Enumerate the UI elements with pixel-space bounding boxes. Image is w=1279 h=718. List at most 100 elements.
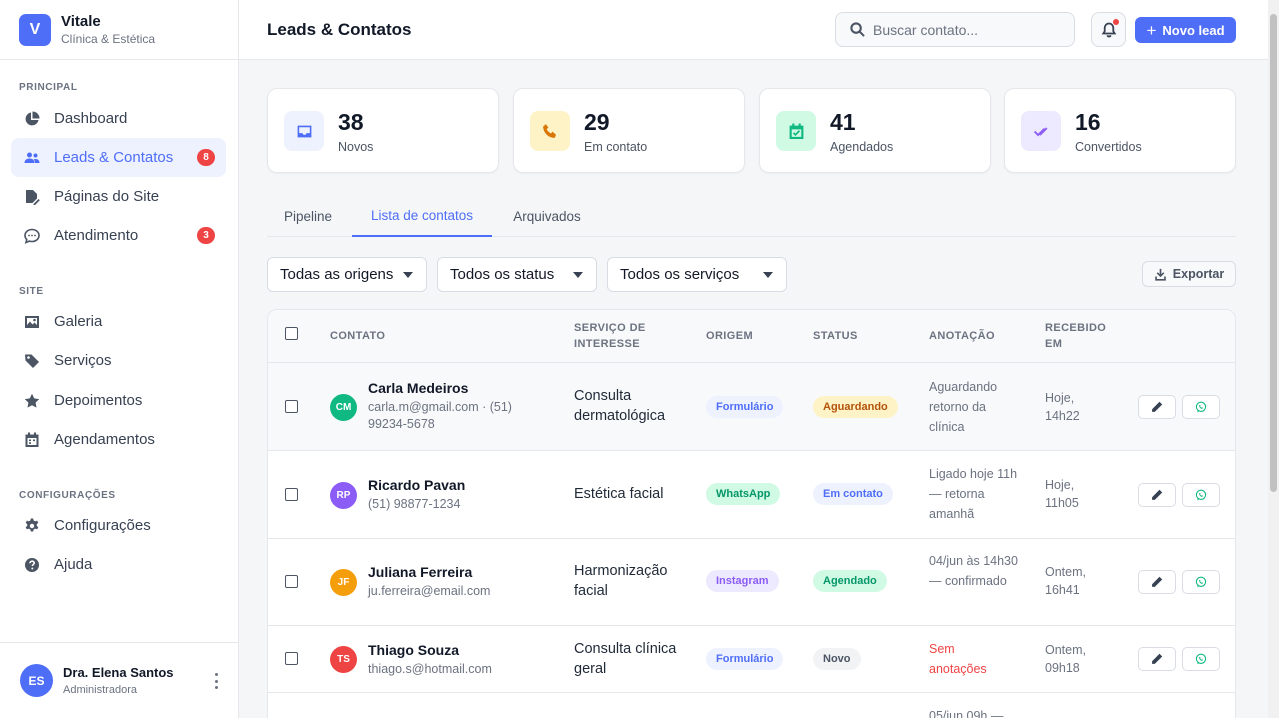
row-checkbox[interactable] xyxy=(285,575,298,588)
search-input[interactable] xyxy=(873,21,1063,38)
whatsapp-button[interactable] xyxy=(1182,395,1220,419)
stat-label: Novos xyxy=(338,140,374,154)
edit-button[interactable] xyxy=(1138,483,1176,507)
search-box[interactable] xyxy=(835,12,1075,47)
column-header-origin[interactable]: ORIGEM xyxy=(706,328,753,344)
phone-icon xyxy=(530,111,570,151)
received-cell: Hoje, 11h05 xyxy=(1045,478,1079,510)
double-check-icon xyxy=(1021,111,1061,151)
column-header-contact[interactable]: CONTATO xyxy=(330,328,385,344)
column-header-note[interactable]: ANOTAÇÃO xyxy=(929,328,995,344)
user-profile[interactable]: ES Dra. Elena Santos Administradora xyxy=(0,642,238,718)
service-filter-select[interactable]: Todos os serviços xyxy=(607,257,787,292)
sidebar-item-agendamentos[interactable]: Agendamentos xyxy=(11,420,226,459)
export-label: Exportar xyxy=(1172,267,1225,281)
status-badge: Aguardando xyxy=(813,396,898,418)
whatsapp-button[interactable] xyxy=(1182,647,1220,671)
nav-section-site: SITE xyxy=(19,286,44,297)
whatsapp-icon xyxy=(1195,401,1207,413)
caret-down-icon xyxy=(763,272,773,278)
table-row[interactable]: 05/jun 09h — xyxy=(268,693,1235,718)
user-role: Administradora xyxy=(63,684,137,696)
table-header: CONTATO SERVIÇO DE INTERESSE ORIGEM STAT… xyxy=(268,310,1235,363)
notifications-button[interactable] xyxy=(1091,12,1126,47)
note-cell: Aguardando retorno da clínica xyxy=(929,380,998,434)
sidebar-item-dashboard[interactable]: Dashboard xyxy=(11,99,226,138)
row-checkbox[interactable] xyxy=(285,488,298,501)
export-button[interactable]: Exportar xyxy=(1142,261,1236,287)
chart-pie-icon xyxy=(23,110,40,127)
sidebar-item-depoimentos[interactable]: Depoimentos xyxy=(11,381,226,420)
new-lead-button[interactable]: + Novo lead xyxy=(1135,17,1236,43)
file-edit-icon xyxy=(23,188,40,205)
edit-button[interactable] xyxy=(1138,570,1176,594)
whatsapp-button[interactable] xyxy=(1182,483,1220,507)
page-scrollbar[interactable] xyxy=(1268,0,1279,718)
download-icon xyxy=(1155,268,1166,281)
stat-value: 29 xyxy=(584,109,610,135)
brand[interactable]: V Vitale Clínica & Estética xyxy=(0,0,238,60)
column-header-received[interactable]: RECEBIDO EM xyxy=(1045,320,1115,352)
view-tabs: Pipeline Lista de contatos Arquivados xyxy=(267,196,1236,237)
origin-filter-select[interactable]: Todas as origens xyxy=(267,257,427,292)
search-icon xyxy=(850,22,865,37)
table-row[interactable]: RP Ricardo Pavan (51) 98877-1234 Estétic… xyxy=(268,451,1235,539)
sidebar-item-galeria[interactable]: Galeria xyxy=(11,302,226,341)
whatsapp-icon xyxy=(1195,489,1207,501)
row-checkbox[interactable] xyxy=(285,400,298,413)
contact-name[interactable]: Thiago Souza xyxy=(368,642,459,658)
received-cell: Ontem, 16h41 xyxy=(1045,565,1086,597)
status-badge: Em contato xyxy=(813,483,893,505)
more-vertical-icon[interactable] xyxy=(212,673,220,689)
stat-card-convertidos: 16 Convertidos xyxy=(1004,88,1236,173)
contact-detail: carla.m@gmail.com · (51) 99234-5678 xyxy=(368,400,512,431)
table-row[interactable]: TS Thiago Souza thiago.s@hotmail.com Con… xyxy=(268,626,1235,693)
service-filter-value: Todos os serviços xyxy=(620,266,740,283)
nav-section-configuracoes: CONFIGURAÇÕES xyxy=(19,490,116,501)
caret-down-icon xyxy=(573,272,583,278)
sidebar-item-atendimento[interactable]: Atendimento 3 xyxy=(11,216,226,255)
sidebar-item-servicos[interactable]: Serviços xyxy=(11,341,226,380)
origin-badge: WhatsApp xyxy=(706,483,781,505)
image-icon xyxy=(23,313,40,330)
whatsapp-icon xyxy=(1195,653,1207,665)
tab-arquivados[interactable]: Arquivados xyxy=(497,196,597,237)
sidebar-item-leads[interactable]: Leads & Contatos 8 xyxy=(11,138,226,177)
avatar: JF xyxy=(330,569,357,596)
avatar: CM xyxy=(330,394,357,421)
table-row[interactable]: JF Juliana Ferreira ju.ferreira@email.co… xyxy=(268,539,1235,626)
service-cell: Consulta dermatológica xyxy=(574,388,666,424)
scrollbar-thumb[interactable] xyxy=(1270,14,1277,492)
contacts-table: CONTATO SERVIÇO DE INTERESSE ORIGEM STAT… xyxy=(267,309,1236,718)
origin-badge: Formulário xyxy=(706,648,784,670)
status-filter-select[interactable]: Todos os status xyxy=(437,257,597,292)
tab-pipeline[interactable]: Pipeline xyxy=(267,196,349,237)
sidebar-item-ajuda[interactable]: Ajuda xyxy=(11,545,226,584)
contact-name[interactable]: Carla Medeiros xyxy=(368,380,468,396)
select-all-checkbox[interactable] xyxy=(285,327,298,340)
column-header-status[interactable]: STATUS xyxy=(813,328,858,344)
whatsapp-button[interactable] xyxy=(1182,570,1220,594)
row-checkbox[interactable] xyxy=(285,652,298,665)
contact-detail: thiago.s@hotmail.com xyxy=(368,662,492,676)
contact-name[interactable]: Juliana Ferreira xyxy=(368,564,472,580)
star-icon xyxy=(23,392,40,409)
stat-label: Convertidos xyxy=(1075,140,1142,154)
sidebar-item-label: Leads & Contatos xyxy=(54,149,174,166)
sidebar-item-paginas[interactable]: Páginas do Site xyxy=(11,177,226,216)
stat-value: 16 xyxy=(1075,109,1101,135)
edit-button[interactable] xyxy=(1138,395,1176,419)
sidebar-item-configuracoes[interactable]: Configurações xyxy=(11,506,226,545)
table-row[interactable]: CM Carla Medeiros carla.m@gmail.com · (5… xyxy=(268,363,1235,451)
origin-badge: Instagram xyxy=(706,570,779,592)
contact-name[interactable]: Ricardo Pavan xyxy=(368,477,465,493)
whatsapp-icon xyxy=(1195,576,1207,588)
origin-badge: Formulário xyxy=(706,396,784,418)
edit-button[interactable] xyxy=(1138,647,1176,671)
column-header-service[interactable]: SERVIÇO DE INTERESSE xyxy=(574,320,669,352)
users-icon xyxy=(23,149,40,166)
received-cell: Hoje, 14h22 xyxy=(1045,391,1080,423)
brand-name: Vitale xyxy=(61,13,101,30)
tab-lista-de-contatos[interactable]: Lista de contatos xyxy=(352,196,492,237)
pencil-icon xyxy=(1152,576,1163,587)
